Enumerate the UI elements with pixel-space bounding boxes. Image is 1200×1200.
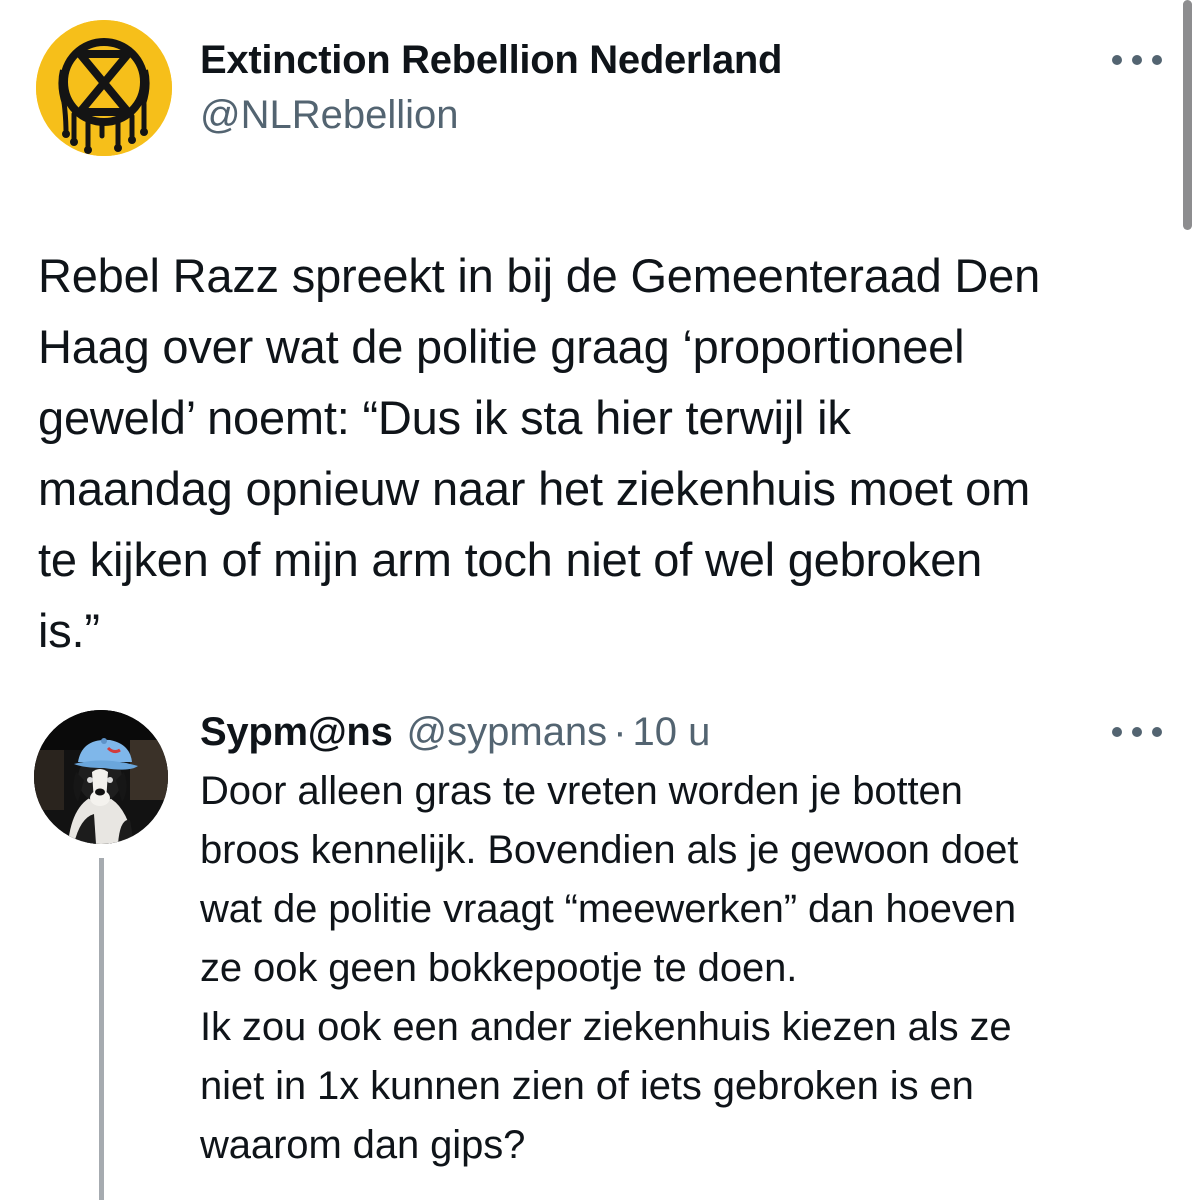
more-options-icon — [1152, 55, 1162, 65]
reply-header: Sypm@ns @sypmans · 10 u — [200, 706, 710, 758]
reply-display-name[interactable]: Sypm@ns — [200, 706, 393, 758]
tweet-text-line: geweld’ noemt: “Dus ik sta hier terwijl … — [38, 391, 851, 444]
reply-text-line: ze ook geen bokkepootje te doen. — [200, 946, 798, 990]
more-options-button[interactable] — [1112, 48, 1162, 72]
reply-text-line: wat de politie vraagt “meewerken” dan ho… — [200, 887, 1017, 931]
tweet-text-full: Rebel Razz spreekt in bij de Gemeenteraa… — [0, 0, 1, 1]
reply-author-avatar[interactable] — [34, 710, 168, 844]
tweet-text-line: Haag over wat de politie graag ‘proporti… — [38, 320, 965, 373]
tweet-text: Rebel Razz spreekt in bij de Gemeenteraa… — [38, 240, 1168, 666]
more-options-icon — [1132, 55, 1142, 65]
tweet-text-line: Rebel Razz spreekt in bij de Gemeenteraa… — [38, 249, 1041, 302]
more-options-icon — [1112, 727, 1122, 737]
reply-text-line: Door alleen gras te vreten worden je bot… — [200, 769, 963, 813]
thread-connector-line — [99, 858, 104, 1200]
more-options-icon — [1132, 727, 1142, 737]
more-options-icon — [1112, 55, 1122, 65]
author-avatar[interactable] — [36, 20, 172, 156]
reply-text-line: waarom dan gips? — [200, 1123, 526, 1167]
reply-text-line: Ik zou ook een ander ziekenhuis kiezen a… — [200, 1005, 1012, 1049]
more-options-icon — [1152, 727, 1162, 737]
scrollbar-thumb[interactable] — [1183, 0, 1192, 230]
reply-handle[interactable]: @sypmans — [407, 706, 608, 758]
header-separator: · — [613, 710, 627, 754]
reply-more-options-button[interactable] — [1112, 720, 1162, 744]
dog-with-cap-avatar — [34, 710, 168, 844]
tweet-text-line: te kijken of mijn arm toch niet of wel g… — [38, 533, 983, 586]
reply-text-line: broos kennelijk. Bovendien als je gewoon… — [200, 828, 1019, 872]
tweet-text-line: is.” — [38, 604, 100, 657]
tweet-text-line: maandag opnieuw naar het ziekenhuis moet… — [38, 462, 1031, 515]
tweet-detail-view: Extinction Rebellion Nederland @NLRebell… — [0, 0, 1200, 1200]
reply-text-line: niet in 1x kunnen zien of iets gebroken … — [200, 1064, 974, 1108]
extinction-symbol-icon — [36, 20, 172, 156]
reply-timestamp[interactable]: 10 u — [633, 706, 711, 758]
author-handle[interactable]: @NLRebellion — [200, 89, 459, 141]
reply-text: Door alleen gras te vreten worden je bot… — [200, 762, 1170, 1175]
author-display-name[interactable]: Extinction Rebellion Nederland — [200, 34, 783, 86]
